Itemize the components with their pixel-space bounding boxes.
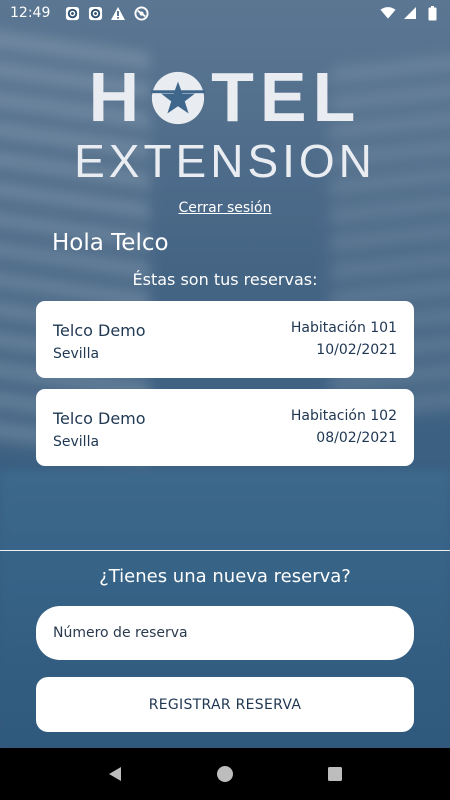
wifi-icon [380,5,396,21]
home-icon[interactable] [210,759,240,789]
logo-extension-text: EXTENSION [74,135,376,187]
navigation-bar [0,748,450,800]
status-bar: 12:49 [0,0,450,26]
new-reservation-question: ¿Tienes una nueva reserva? [99,566,351,587]
section-divider [0,550,450,551]
signal-icon [402,5,418,21]
status-time: 12:49 [10,5,51,21]
alert-icon [110,5,126,21]
reservation-card[interactable]: Telco Demo Sevilla Habitación 101 10/02/… [36,301,414,378]
reservation-room: Habitación 101 [290,320,397,336]
reservation-card[interactable]: Telco Demo Sevilla Habitación 102 08/02/… [36,389,414,466]
back-icon[interactable] [100,759,130,789]
notification-icon [87,5,103,21]
register-reservation-button[interactable]: REGISTRAR RESERVA [36,677,414,732]
battery-icon [424,5,440,21]
reservation-city: Sevilla [53,434,100,450]
reservation-number-input[interactable] [36,606,414,660]
logo-hotel-text: H TEL [88,58,362,136]
star-icon [149,68,207,126]
reservations-subtitle: Éstas son tus reservas: [132,270,318,289]
reservation-date: 08/02/2021 [316,430,397,446]
notification-icon [64,5,80,21]
reservation-city: Sevilla [53,346,100,362]
greeting-title: Hola Telco [52,230,169,256]
reservation-date: 10/02/2021 [316,342,397,358]
do-not-disturb-icon [133,5,149,21]
hotel-extension-logo: H TEL EXTENSION [0,62,450,186]
recents-icon[interactable] [320,759,350,789]
reservation-name: Telco Demo [53,321,146,340]
logout-link[interactable]: Cerrar sesión [0,200,450,216]
reservation-name: Telco Demo [53,409,146,428]
reservation-room: Habitación 102 [290,408,397,424]
